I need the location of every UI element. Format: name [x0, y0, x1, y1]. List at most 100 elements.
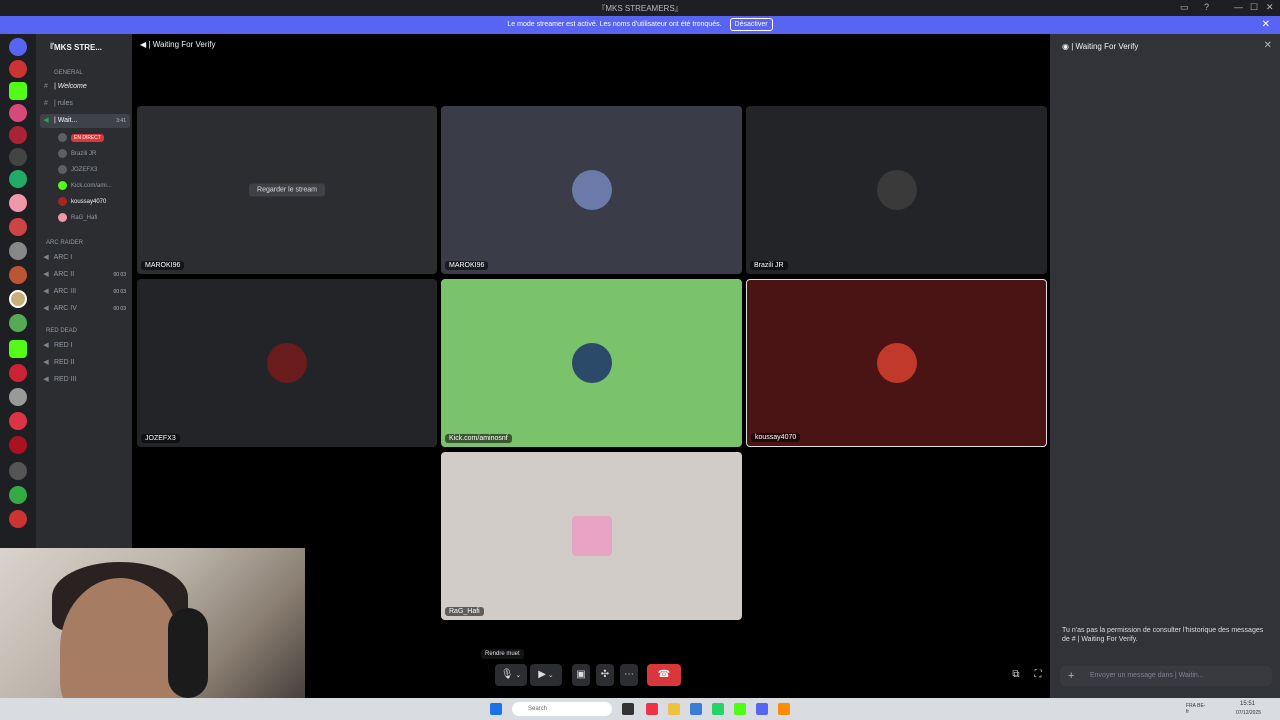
hash-icon: #	[44, 83, 48, 90]
camera-button[interactable]: ▶ ⌄	[530, 664, 562, 686]
channel-arc-1[interactable]: ◀ ARC I	[40, 251, 130, 265]
server-icon[interactable]	[9, 104, 27, 122]
windows-start-icon[interactable]	[490, 703, 502, 715]
channel-sidebar: 『MKS STRE... GENERAL # | Welcome # | rul…	[36, 34, 132, 554]
clock-date[interactable]: 07/12/2025	[1236, 710, 1261, 716]
channel-arc-3[interactable]: ◀ ARC III 00 03	[40, 285, 130, 299]
app-icon[interactable]	[778, 703, 790, 715]
server-icon[interactable]	[9, 314, 27, 332]
channel-rules[interactable]: # | rules	[40, 97, 130, 111]
server-icon[interactable]	[9, 388, 27, 406]
task-view-icon[interactable]	[622, 703, 634, 715]
activities-button[interactable]: ✣	[596, 664, 614, 686]
server-icon[interactable]	[9, 38, 27, 56]
channel-waiting-for-verify[interactable]: ◀ | Wait... 3:41	[40, 114, 130, 128]
app-icon[interactable]	[690, 703, 702, 715]
more-button[interactable]: ⋯	[620, 664, 638, 686]
voice-user[interactable]: JOZEFX3	[58, 163, 97, 177]
participant-name: JOZEFX3	[141, 434, 180, 443]
voice-user[interactable]: Brazili JR	[58, 147, 96, 161]
keyboard-language[interactable]: FRA BE-fr	[1186, 703, 1206, 715]
server-icon[interactable]	[9, 60, 27, 78]
server-name[interactable]: 『MKS STRE...	[46, 42, 102, 53]
category-arc-raider[interactable]: ARC RAIDER	[46, 240, 83, 246]
participant-tile[interactable]: Brazili JR	[746, 106, 1047, 274]
participant-tile[interactable]: RaG_Hafi	[441, 452, 742, 620]
participant-tile[interactable]: JOZEFX3	[137, 279, 437, 447]
search-label: Search	[528, 706, 548, 712]
speaker-icon: ◀	[43, 342, 49, 349]
avatar	[58, 196, 67, 206]
watch-stream-button[interactable]: Regarder le stream	[249, 183, 325, 197]
channel-arc-4[interactable]: ◀ ARC IV 00 03	[40, 302, 130, 316]
close-banner-icon[interactable]: ✕	[1262, 16, 1270, 34]
category-red-dead[interactable]: RED DEAD	[46, 328, 77, 334]
participant-tile-speaking[interactable]: Kick.com/aminosnf	[441, 279, 742, 447]
whatsapp-icon[interactable]	[712, 703, 724, 715]
channel-label: | Welcome	[53, 83, 87, 90]
more-icon: ⋯	[624, 669, 634, 680]
participant-tile[interactable]: Regarder le stream MAROKI96	[137, 106, 437, 274]
voice-user[interactable]: Kick.com/ami...	[58, 179, 112, 193]
channel-label: | Wait...	[53, 117, 78, 124]
disable-streamer-button[interactable]: Désactiver	[729, 18, 773, 31]
server-icon[interactable]	[9, 82, 27, 100]
avatar	[58, 148, 67, 158]
share-screen-button[interactable]: ▣	[572, 664, 590, 686]
server-icon[interactable]	[9, 436, 27, 454]
popout-button[interactable]: ⧉	[1008, 664, 1024, 686]
voice-user[interactable]: koussay4070	[58, 195, 106, 209]
message-input[interactable]: + Envoyer un message dans | Waitin...	[1060, 666, 1272, 686]
server-icon[interactable]	[9, 242, 27, 260]
server-icon[interactable]	[9, 510, 27, 528]
channel-red-3[interactable]: ◀ RED III	[40, 373, 130, 387]
server-icon[interactable]	[9, 194, 27, 212]
chrome-icon[interactable]	[646, 703, 658, 715]
server-icon[interactable]	[9, 148, 27, 166]
server-icon[interactable]	[9, 364, 27, 382]
server-icon[interactable]	[9, 290, 27, 308]
channel-welcome[interactable]: # | Welcome	[40, 80, 130, 94]
channel-arc-2[interactable]: ◀ ARC II 00 03	[40, 268, 130, 282]
server-icon[interactable]	[9, 412, 27, 430]
stage-header: ◀ | Waiting For Verify	[140, 40, 216, 49]
server-icon[interactable]	[9, 170, 27, 188]
server-icon[interactable]	[9, 126, 27, 144]
clock-time[interactable]: 15:51	[1240, 701, 1255, 707]
help-icon[interactable]: ?	[1204, 2, 1209, 12]
user-name: Brazili JR	[71, 151, 97, 157]
channel-timer: 3:41	[116, 118, 126, 124]
server-icon[interactable]	[9, 266, 27, 284]
channel-red-1[interactable]: ◀ RED I	[40, 339, 130, 353]
voice-user[interactable]: EN DIRECT	[58, 131, 104, 145]
channel-count: 00 03	[113, 289, 126, 295]
maximize-button[interactable]: ☐	[1250, 2, 1258, 13]
participant-name: Brazili JR	[750, 261, 788, 270]
close-window-button[interactable]: ✕	[1266, 2, 1274, 13]
server-icon[interactable]	[9, 340, 27, 358]
server-icon[interactable]	[9, 486, 27, 504]
server-icon[interactable]	[9, 462, 27, 480]
server-list	[0, 34, 36, 554]
plus-icon[interactable]: +	[1068, 666, 1074, 686]
chat-header: ◉ | Waiting For Verify	[1062, 42, 1138, 51]
minimize-button[interactable]: —	[1234, 2, 1243, 12]
close-icon[interactable]: ✕	[1264, 40, 1272, 51]
fullscreen-button[interactable]: ⛶	[1030, 664, 1046, 686]
discord-icon[interactable]	[756, 703, 768, 715]
participant-tile[interactable]: MAROKI96	[441, 106, 742, 274]
kick-icon[interactable]	[734, 703, 746, 715]
participant-tile[interactable]: koussay4070	[746, 279, 1047, 447]
explorer-icon[interactable]	[668, 703, 680, 715]
server-icon[interactable]	[9, 218, 27, 236]
participant-name: MAROKI96	[141, 261, 185, 270]
microphone-button[interactable]: 🎙 ⌄	[495, 664, 527, 686]
taskbar-search[interactable]: Search	[512, 702, 612, 716]
channel-red-2[interactable]: ◀ RED II	[40, 356, 130, 370]
category-general[interactable]: GENERAL	[54, 70, 83, 76]
inbox-icon[interactable]: ▭	[1180, 2, 1189, 13]
voice-user[interactable]: RaG_Hafi	[58, 211, 97, 225]
avatar	[267, 343, 307, 383]
user-name: Kick.com/ami...	[71, 183, 112, 189]
disconnect-button[interactable]: ☎	[647, 664, 681, 686]
